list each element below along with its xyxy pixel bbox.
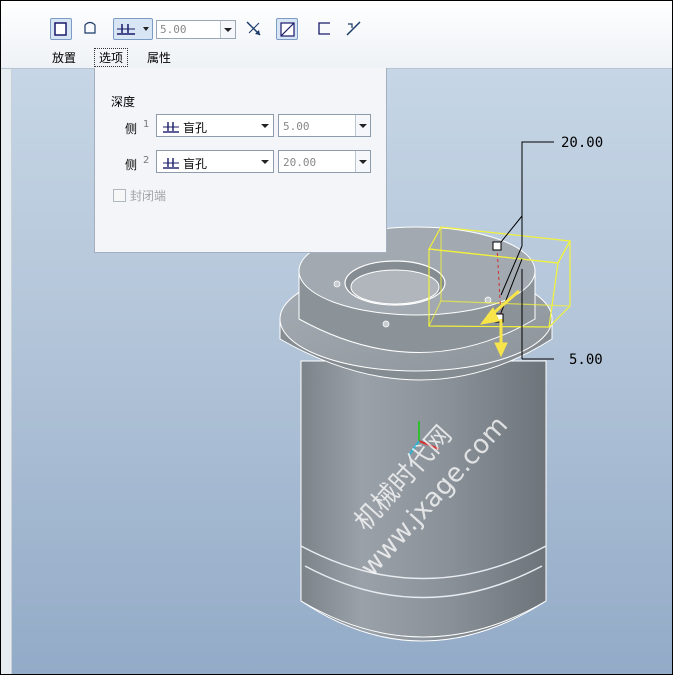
surface-button[interactable]	[314, 18, 336, 40]
side1-depth-value-text: 5.00	[283, 120, 310, 133]
chevron-down-icon	[143, 27, 149, 31]
depth-value-dropdown[interactable]	[220, 21, 235, 38]
side1-label: 侧	[125, 122, 138, 136]
simple-hole-icon	[54, 22, 67, 36]
side2-depth-type-text: 盲孔	[183, 157, 208, 171]
tab-options[interactable]: 选项	[94, 48, 129, 67]
depth-value-input[interactable]: 5.00	[156, 20, 236, 39]
feature-dashboard: 5.00 放置 选项 属性	[1, 1, 672, 69]
preview-geometry-button[interactable]	[276, 18, 298, 40]
capped-ends-checkbox[interactable]	[113, 189, 126, 202]
side1-depth-type-select[interactable]: 盲孔	[156, 114, 274, 137]
tab-properties[interactable]: 属性	[147, 49, 171, 66]
side2-index: 2	[143, 155, 150, 166]
side2-label: 侧	[125, 158, 138, 172]
side2-depth-value-text: 20.00	[283, 156, 317, 169]
depth-option-dropdown[interactable]	[113, 18, 153, 40]
side1-depth-type-text: 盲孔	[183, 121, 208, 135]
remove-material-button[interactable]	[343, 18, 365, 40]
sketched-hole-icon	[84, 21, 96, 34]
flip-direction-icon	[246, 21, 261, 36]
depth-heading: 深度	[111, 95, 136, 109]
left-dock-strip	[1, 1, 12, 674]
flip-direction-button[interactable]	[243, 18, 265, 40]
blind-depth-icon	[117, 24, 135, 35]
side2-value-dropdown[interactable]	[355, 151, 370, 172]
blind-depth-icon	[163, 122, 179, 133]
side1-depth-value-input[interactable]: 5.00	[278, 114, 371, 137]
surface-icon	[318, 22, 330, 35]
side1-value-dropdown[interactable]	[355, 115, 370, 136]
capped-ends-label: 封闭端	[130, 189, 167, 203]
preview-geometry-icon	[280, 22, 295, 37]
simple-hole-button[interactable]	[50, 18, 72, 40]
depth-drag-handle[interactable]	[492, 241, 502, 251]
blind-depth-icon	[163, 158, 179, 169]
sketched-hole-button[interactable]	[80, 18, 102, 40]
side2-depth-value-input[interactable]: 20.00	[278, 150, 371, 173]
remove-material-icon	[346, 21, 361, 36]
application-window: 20.00 5.00 机械时代网 www.jxage.com 5.00 放置 选…	[0, 0, 673, 675]
tab-placement[interactable]: 放置	[52, 49, 76, 66]
side1-index: 1	[143, 119, 150, 130]
options-panel: 深度 侧 1 盲孔 5.00 侧 2 盲孔 20.00 封闭端	[94, 68, 387, 253]
depth-value-text: 5.00	[160, 23, 187, 36]
dimension-top-value[interactable]: 20.00	[561, 135, 603, 151]
side2-depth-type-select[interactable]: 盲孔	[156, 150, 274, 173]
dimension-bottom-value[interactable]: 5.00	[569, 352, 603, 368]
chevron-down-icon	[261, 160, 269, 164]
chevron-down-icon	[261, 124, 269, 128]
